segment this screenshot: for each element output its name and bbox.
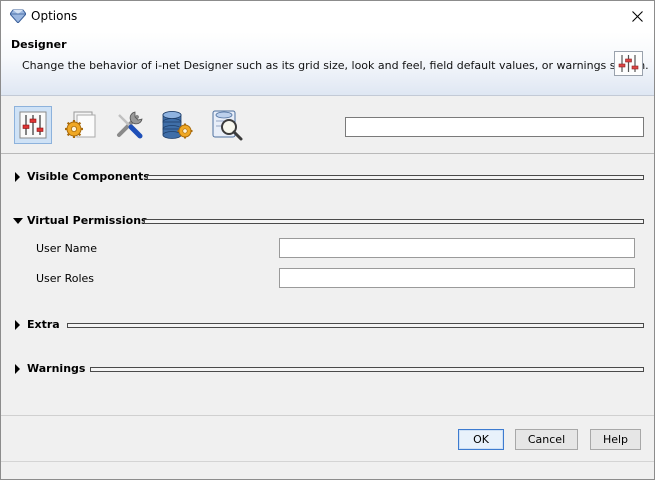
header-sliders-icon <box>614 51 643 76</box>
window-title: Options <box>31 9 78 23</box>
section-divider <box>144 219 644 224</box>
database-gear-icon <box>162 111 193 139</box>
diamond-icon <box>10 9 26 23</box>
section-virtual-permissions[interactable]: Virtual Permissions <box>1 211 654 231</box>
options-dialog: Options Designer Change the behavior of … <box>0 0 655 480</box>
section-label: Warnings <box>27 362 86 375</box>
user-name-label: User Name <box>36 242 98 255</box>
close-button[interactable] <box>621 1 654 32</box>
section-extra[interactable]: Extra <box>1 315 654 335</box>
chevron-right-icon <box>15 320 20 330</box>
section-label: Visible Components <box>27 170 150 183</box>
section-divider <box>67 323 644 328</box>
folder-gear-icon <box>65 111 96 138</box>
help-button[interactable]: Help <box>590 429 641 450</box>
user-roles-label: User Roles <box>36 272 95 285</box>
section-label: Virtual Permissions <box>27 214 148 227</box>
search-input[interactable] <box>345 117 644 137</box>
user-roles-input[interactable] <box>279 268 635 288</box>
tool-general[interactable] <box>60 106 98 144</box>
section-divider <box>147 175 644 180</box>
tool-tools[interactable] <box>110 106 148 144</box>
options-content: Visible Components Virtual Permissions U… <box>1 155 654 415</box>
title-bar: Options <box>1 1 654 32</box>
cancel-button[interactable]: Cancel <box>515 429 578 450</box>
ok-button[interactable]: OK <box>458 429 504 450</box>
header-description: Change the behavior of i-net Designer su… <box>22 59 649 72</box>
tool-database[interactable] <box>158 106 196 144</box>
chevron-down-icon <box>13 218 23 224</box>
tool-designer[interactable] <box>14 106 52 144</box>
header-title: Designer <box>11 38 67 51</box>
close-icon <box>632 11 643 22</box>
database-search-icon <box>212 110 243 141</box>
user-name-input[interactable] <box>279 238 635 258</box>
dialog-header: Designer Change the behavior of i-net De… <box>1 32 654 96</box>
chevron-right-icon <box>15 364 20 374</box>
category-toolbar <box>1 97 654 154</box>
section-divider <box>90 367 644 372</box>
dialog-footer: OK Cancel Help <box>1 415 654 479</box>
section-visible-components[interactable]: Visible Components <box>1 167 654 187</box>
section-label: Extra <box>27 318 60 331</box>
section-warnings[interactable]: Warnings <box>1 359 654 379</box>
tool-search-data[interactable] <box>208 106 246 144</box>
tools-icon <box>117 111 143 139</box>
sliders-icon <box>19 111 47 139</box>
status-bar-divider <box>1 461 654 462</box>
chevron-right-icon <box>15 172 20 182</box>
